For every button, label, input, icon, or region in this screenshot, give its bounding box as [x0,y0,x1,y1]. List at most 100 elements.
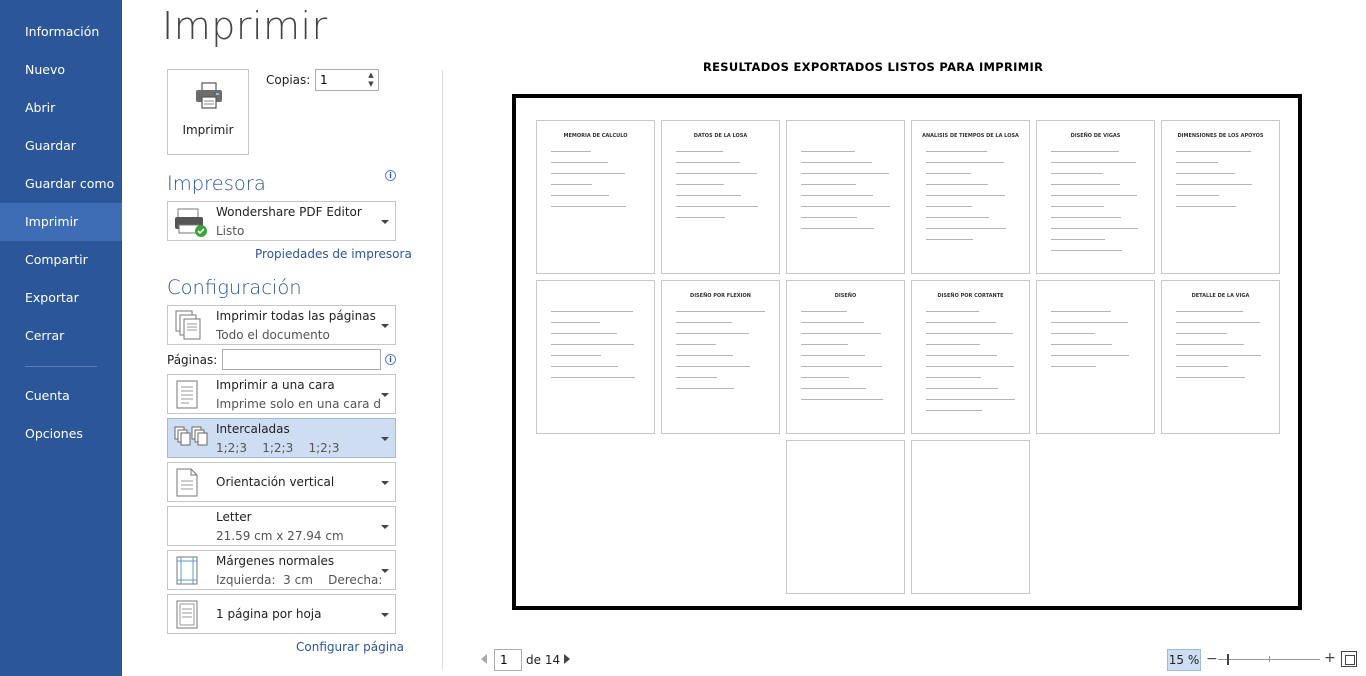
thumbnail-text-line [551,162,608,163]
thumbnail-text-line [676,333,749,334]
preview-page-thumbnail[interactable] [1036,280,1155,434]
current-page-input[interactable]: 1 [494,649,522,671]
print-sides-dropdown[interactable]: Imprimir a una cara Imprime solo en una … [167,374,396,414]
thumbnail-text-line [926,322,996,323]
thumbnail-text-line [926,239,973,240]
thumbnail-text-line [801,344,848,345]
thumbnail-text-line [551,311,633,312]
collate-desc: 1;2;3 1;2;3 1;2;3 [216,441,340,455]
thumbnail-text-line [926,162,1004,163]
thumbnail-text-line [551,377,635,378]
nav-item-options[interactable]: Opciones [0,415,122,453]
pages-per-sheet-dropdown[interactable]: 1 página por hoja [167,594,396,634]
thumbnail-text-line [801,184,856,185]
pages-input[interactable] [222,349,381,370]
print-button[interactable]: Imprimir [167,69,249,155]
thumbnail-text-line [1176,344,1244,345]
preview-page-thumbnail[interactable]: DATOS DE LA LOSA [661,120,780,274]
thumbnail-text-line [926,410,982,411]
nav-item-print[interactable]: Imprimir [0,203,122,241]
pages-info-icon[interactable]: i [385,354,396,365]
print-preview[interactable]: MEMORIA DE CALCULO DATOS DE LA LOSA ANAL… [512,94,1302,610]
zoom-slider-handle[interactable] [1227,654,1229,665]
preview-page-thumbnail[interactable] [786,120,905,274]
thumbnail-text-line [1176,333,1227,334]
thumbnail-text-line [1051,239,1105,240]
thumbnail-text-line [551,333,617,334]
zoom-level-button[interactable]: 15 % [1167,649,1201,671]
preview-page-thumbnail[interactable]: DIMENSIONES DE LOS APOYOS [1161,120,1280,274]
preview-page-thumbnail[interactable] [911,440,1030,594]
zoom-slider-midmark [1269,656,1270,662]
thumbnail-text-line [926,173,971,174]
next-page-icon[interactable] [564,654,570,664]
thumbnail-text-line [676,388,734,389]
copies-stepper: ▲ ▼ [315,69,379,91]
thumbnail-text-line [676,344,716,345]
preview-page-thumbnail[interactable]: DETALLE DE LA VIGA [1161,280,1280,434]
margins-dropdown[interactable]: Márgenes normales Izquierda: 3 cm Derech… [167,550,396,590]
thumbnail-text-line [551,151,591,152]
nav-item-save-as[interactable]: Guardar como [0,165,122,203]
thumbnail-text-line [1051,366,1096,367]
thumbnail-title: DISEÑO DE VIGAS [1070,133,1121,139]
copies-label: Copias: [266,73,311,87]
preview-page-thumbnail[interactable]: DISEÑO POR FLEXION [661,280,780,434]
copies-input[interactable] [320,72,364,88]
thumbnail-text-line [551,206,626,207]
thumbnail-text-line [801,388,866,389]
thumbnail-text-line [1051,355,1129,356]
thumbnail-text-line [676,162,740,163]
print-range-desc: Todo el documento [216,328,330,342]
orientation-value: Orientación vertical [216,475,335,489]
nav-item-account[interactable]: Cuenta [0,377,122,415]
pages-stack-icon [175,310,201,340]
thumbnail-text-line [1051,217,1121,218]
thumbnail-text-line [551,195,609,196]
nav-item-info[interactable]: Información [0,13,122,51]
collate-dropdown[interactable]: Intercaladas 1;2;3 1;2;3 1;2;3 [167,418,396,458]
thumbnail-text-line [1176,195,1219,196]
thumbnail-text-line [801,151,855,152]
collated-icon [174,426,208,446]
thumbnail-text-line [801,206,890,207]
zoom-in-icon[interactable]: + [1324,651,1336,665]
nav-item-open[interactable]: Abrir [0,89,122,127]
preview-page-thumbnail[interactable]: MEMORIA DE CALCULO [536,120,655,274]
paper-size-dropdown[interactable]: Letter 21.59 cm x 27.94 cm [167,506,396,546]
chevron-down-icon [381,324,389,328]
nav-item-new[interactable]: Nuevo [0,51,122,89]
zoom-to-page-icon[interactable] [1341,651,1357,667]
nav-item-save[interactable]: Guardar [0,127,122,165]
printer-dropdown[interactable]: Wondershare PDF Editor Listo [167,201,396,241]
preview-page-thumbnail[interactable] [536,280,655,434]
previous-page-icon[interactable] [481,654,487,664]
page-title: Imprimir [162,4,328,48]
nav-item-export[interactable]: Exportar [0,279,122,317]
thumbnail-text-line [551,355,601,356]
printer-info-icon[interactable]: i [385,170,396,181]
thumbnail-title: DIMENSIONES DE LOS APOYOS [1177,133,1264,139]
copies-down-arrow-icon[interactable]: ▼ [366,80,376,89]
thumbnail-text-line [1051,184,1120,185]
thumbnail-text-line [551,173,625,174]
preview-page-thumbnail[interactable] [786,440,905,594]
orientation-dropdown[interactable]: Orientación vertical [167,462,396,502]
preview-page-thumbnail[interactable]: DISEÑO POR CORTANTE [911,280,1030,434]
thumbnail-text-line [1176,206,1236,207]
page-setup-link[interactable]: Configurar página [296,640,404,654]
thumbnail-text-line [1051,333,1095,334]
thumbnail-text-line [926,388,998,389]
preview-page-thumbnail[interactable]: DISEÑO [786,280,905,434]
preview-page-thumbnail[interactable]: ANALISIS DE TIEMPOS DE LA LOSA [911,120,1030,274]
thumbnail-text-line [1176,366,1228,367]
copies-up-arrow-icon[interactable]: ▲ [366,71,376,80]
printer-properties-link[interactable]: Propiedades de impresora [255,247,412,261]
nav-item-share[interactable]: Compartir [0,241,122,279]
print-range-dropdown[interactable]: Imprimir todas las páginas Todo el docum… [167,305,396,345]
nav-item-close[interactable]: Cerrar [0,317,122,355]
zoom-out-icon[interactable]: − [1206,652,1218,666]
margins-icon [176,556,198,585]
preview-page-thumbnail[interactable]: DISEÑO DE VIGAS [1036,120,1155,274]
pdf-printer-icon [175,208,207,237]
